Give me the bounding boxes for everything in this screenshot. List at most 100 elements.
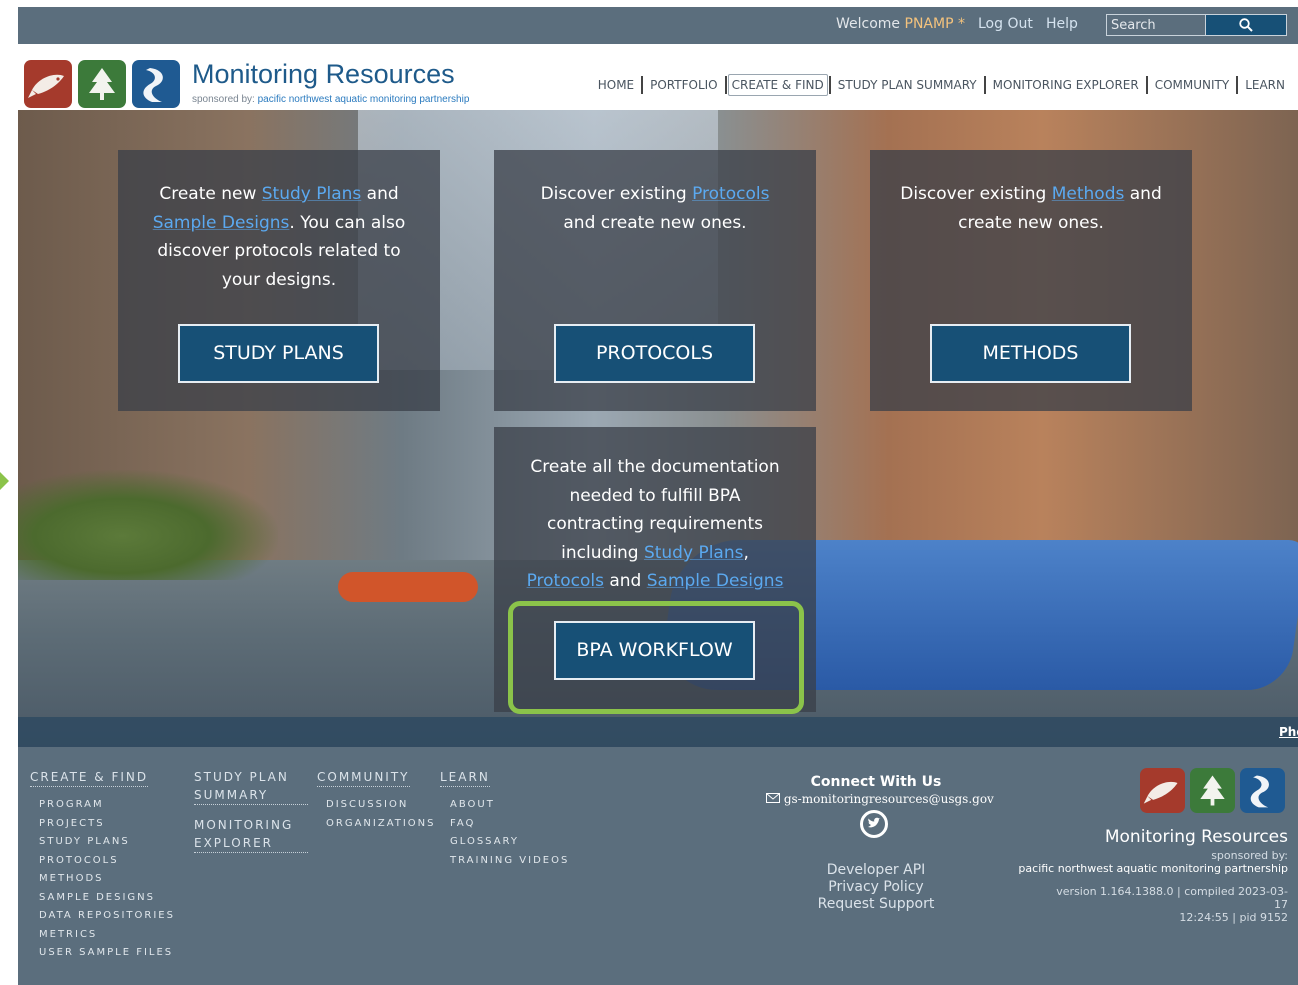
footer-study-plan-summary-heading[interactable]: STUDY PLAN SUMMARY	[194, 768, 308, 805]
main-nav: HOME PORTFOLIO CREATE & FIND STUDY PLAN …	[591, 74, 1292, 96]
search-button[interactable]	[1205, 14, 1287, 36]
sponsor-org-link[interactable]: pacific northwest aquatic monitoring par…	[258, 94, 470, 105]
footer-email-address[interactable]: gs-monitoringresources@usgs.gov	[784, 792, 994, 806]
methods-button[interactable]: METHODS	[930, 324, 1131, 383]
footer-monitoring-explorer-heading[interactable]: MONITORING EXPLORER	[194, 816, 308, 853]
footer-link-sample-designs[interactable]: SAMPLE DESIGNS	[39, 892, 155, 903]
footer-link-user-sample-files[interactable]: USER SAMPLE FILES	[39, 947, 173, 958]
nav-community[interactable]: COMMUNITY	[1148, 76, 1237, 94]
envelope-icon	[766, 793, 780, 803]
heading-line: MONITORING	[194, 818, 294, 832]
footer-version-info: version 1.164.1388.0 | compiled 2023-03-…	[1048, 885, 1288, 924]
study-plans-card: Create new Study Plans and Sample Design…	[118, 150, 440, 411]
fish-logo-icon	[24, 60, 72, 108]
protocols-link[interactable]: Protocols	[692, 184, 769, 204]
methods-card: Discover existing Methods and create new…	[870, 150, 1192, 411]
footer-fish-logo-icon	[1140, 768, 1185, 813]
version-line: 12:24:55 | pid 9152	[1179, 911, 1288, 924]
card-text: and	[603, 571, 647, 591]
version-line: version 1.164.1388.0 | compiled 2023-03-…	[1056, 885, 1288, 911]
tree-logo-icon	[78, 60, 126, 108]
search-input[interactable]	[1106, 14, 1211, 36]
heading-line: SUMMARY	[194, 788, 269, 802]
protocols-card-text: Discover existing Protocols and create n…	[494, 180, 816, 237]
footer-link-protocols[interactable]: PROTOCOLS	[39, 855, 119, 866]
methods-link[interactable]: Methods	[1052, 184, 1125, 204]
footer-link-faq[interactable]: FAQ	[450, 818, 475, 829]
username: PNAMP *	[904, 16, 965, 32]
footer-link-discussion[interactable]: DISCUSSION	[326, 799, 408, 810]
connect-heading: Connect With Us	[810, 774, 942, 790]
methods-card-text: Discover existing Methods and create new…	[870, 180, 1192, 237]
nav-separator	[724, 76, 727, 94]
bpa-card-text: Create all the documentation needed to f…	[494, 453, 816, 596]
card-text: and create new ones.	[563, 212, 747, 233]
nav-portfolio[interactable]: PORTFOLIO	[643, 76, 725, 94]
card-text: and	[361, 184, 399, 204]
search-icon	[1239, 18, 1253, 32]
footer-link-training-videos[interactable]: TRAINING VIDEOS	[450, 855, 569, 866]
protocols-button[interactable]: PROTOCOLS	[554, 324, 755, 383]
footer-email[interactable]: gs-monitoringresources@usgs.gov	[766, 792, 994, 806]
sample-designs-link[interactable]: Sample Designs	[153, 213, 290, 233]
footer-link-study-plans[interactable]: STUDY PLANS	[39, 836, 130, 847]
site-header: Monitoring Resources sponsored by: pacif…	[18, 44, 1298, 110]
footer-developer-api-link[interactable]: Developer API	[778, 862, 974, 878]
footer-request-support-link[interactable]: Request Support	[778, 896, 974, 912]
twitter-button[interactable]	[860, 810, 888, 838]
footer-link-program[interactable]: PROGRAM	[39, 799, 104, 810]
footer-create-find-heading[interactable]: CREATE & FIND	[30, 768, 149, 787]
bpa-study-plans-link[interactable]: Study Plans	[644, 543, 744, 563]
heading-line: STUDY PLAN	[194, 770, 289, 784]
heading-line: EXPLORER	[194, 836, 273, 850]
hero-bottom-band	[18, 717, 1298, 747]
hero-banner: Pho Create new Study Plans and Sample De…	[18, 110, 1298, 747]
nav-home[interactable]: HOME	[591, 76, 641, 94]
green-arrow-marker	[0, 472, 9, 490]
welcome-text: Welcome PNAMP *	[836, 16, 965, 32]
twitter-icon	[868, 817, 881, 828]
sponsor-prefix: sponsored by:	[192, 94, 258, 105]
nav-learn[interactable]: LEARN	[1238, 76, 1292, 94]
card-text: Discover existing	[540, 184, 693, 204]
footer-community-heading[interactable]: COMMUNITY	[317, 768, 410, 787]
nav-create-find[interactable]: CREATE & FIND	[727, 74, 828, 96]
top-bar: Welcome PNAMP * Log Out Help	[18, 7, 1298, 44]
footer-river-logo-icon	[1240, 768, 1285, 813]
footer-link-projects[interactable]: PROJECTS	[39, 818, 105, 829]
help-link[interactable]: Help	[1046, 16, 1078, 32]
bpa-protocols-link[interactable]: Protocols	[527, 571, 604, 591]
study-plans-card-text: Create new Study Plans and Sample Design…	[118, 180, 440, 294]
card-text: Discover existing	[900, 184, 1052, 204]
brand-title[interactable]: Monitoring Resources	[192, 59, 455, 90]
footer-learn-heading[interactable]: LEARN	[440, 768, 490, 787]
brand-sponsor: sponsored by: pacific northwest aquatic …	[192, 94, 469, 105]
footer-tree-logo-icon	[1190, 768, 1235, 813]
footer-link-data-repositories[interactable]: DATA REPOSITORIES	[39, 910, 175, 921]
footer-sponsor-org: pacific northwest aquatic monitoring par…	[1018, 862, 1288, 875]
footer-privacy-policy-link[interactable]: Privacy Policy	[778, 879, 974, 895]
study-plans-button[interactable]: STUDY PLANS	[178, 324, 379, 383]
footer-link-glossary[interactable]: GLOSSARY	[450, 836, 519, 847]
site-footer: CREATE & FIND PROGRAM PROJECTS STUDY PLA…	[18, 747, 1298, 985]
footer-link-metrics[interactable]: METRICS	[39, 929, 97, 940]
footer-brand-title: Monitoring Resources	[1104, 827, 1288, 847]
river-logo-icon	[132, 60, 180, 108]
logout-link[interactable]: Log Out	[978, 16, 1033, 32]
nav-monitoring-explorer[interactable]: MONITORING EXPLORER	[986, 76, 1146, 94]
nav-study-plan-summary[interactable]: STUDY PLAN SUMMARY	[831, 76, 984, 94]
hero-raft-far	[338, 572, 478, 602]
hero-trees	[18, 470, 278, 580]
footer-link-about[interactable]: ABOUT	[450, 799, 495, 810]
card-text: Create new	[159, 184, 262, 204]
card-text: ,	[743, 542, 749, 563]
bpa-sample-designs-link[interactable]: Sample Designs	[647, 571, 784, 591]
photo-credit-link[interactable]: Pho	[1279, 725, 1298, 739]
welcome-label: Welcome	[836, 16, 901, 32]
footer-sponsored-label: sponsored by:	[1211, 849, 1288, 862]
study-plans-link[interactable]: Study Plans	[262, 184, 362, 204]
protocols-card: Discover existing Protocols and create n…	[494, 150, 816, 411]
footer-link-organizations[interactable]: ORGANIZATIONS	[326, 818, 436, 829]
footer-link-methods[interactable]: METHODS	[39, 873, 104, 884]
page: Welcome PNAMP * Log Out Help Monitoring …	[18, 7, 1298, 985]
